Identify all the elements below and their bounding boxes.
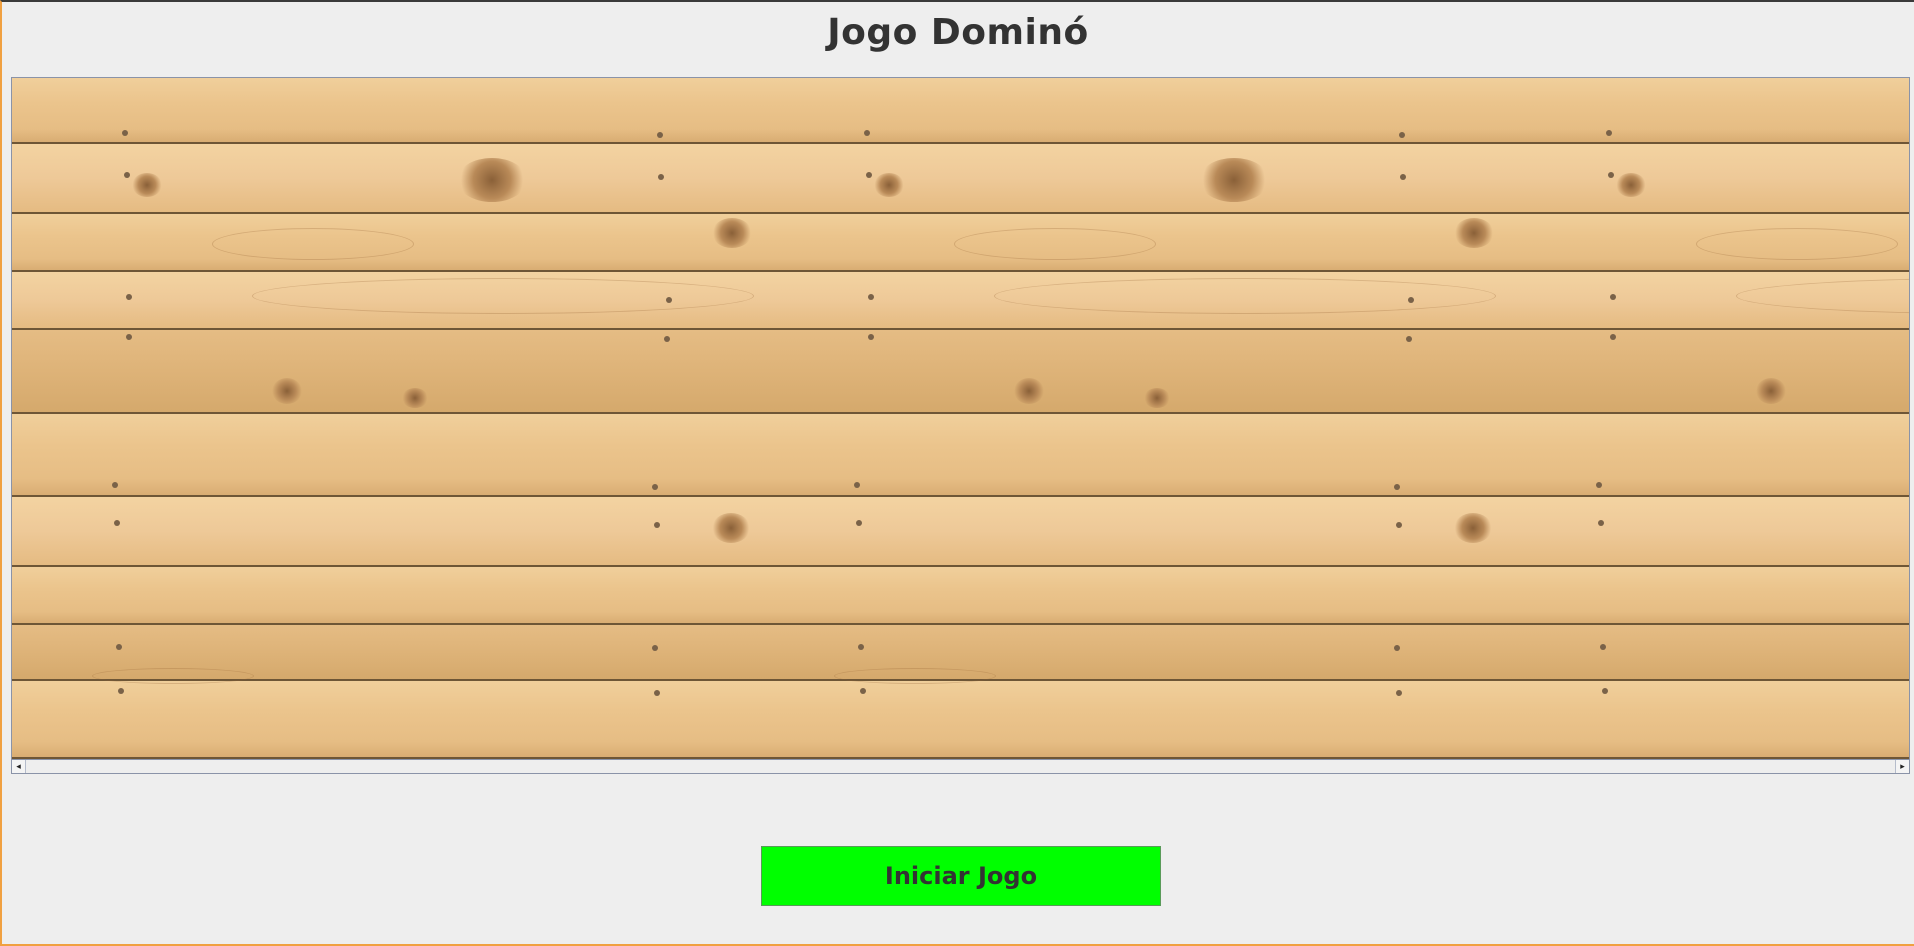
- wood-tile: [754, 78, 1496, 759]
- game-window: Jogo Dominó ◂ ▸ Iniciar Jogo: [0, 0, 1914, 946]
- wood-tile: [12, 78, 754, 759]
- scroll-thumb[interactable]: [27, 761, 1894, 772]
- horizontal-scrollbar[interactable]: ◂ ▸: [12, 759, 1909, 773]
- board-scroll-pane[interactable]: ◂ ▸: [11, 77, 1910, 774]
- page-title: Jogo Dominó: [827, 12, 1089, 53]
- domino-board: [12, 78, 1909, 759]
- arrow-right-icon[interactable]: ▸: [1895, 760, 1909, 773]
- wood-tile: [1496, 78, 1909, 759]
- start-game-button[interactable]: Iniciar Jogo: [761, 846, 1161, 906]
- arrow-left-icon[interactable]: ◂: [12, 760, 26, 773]
